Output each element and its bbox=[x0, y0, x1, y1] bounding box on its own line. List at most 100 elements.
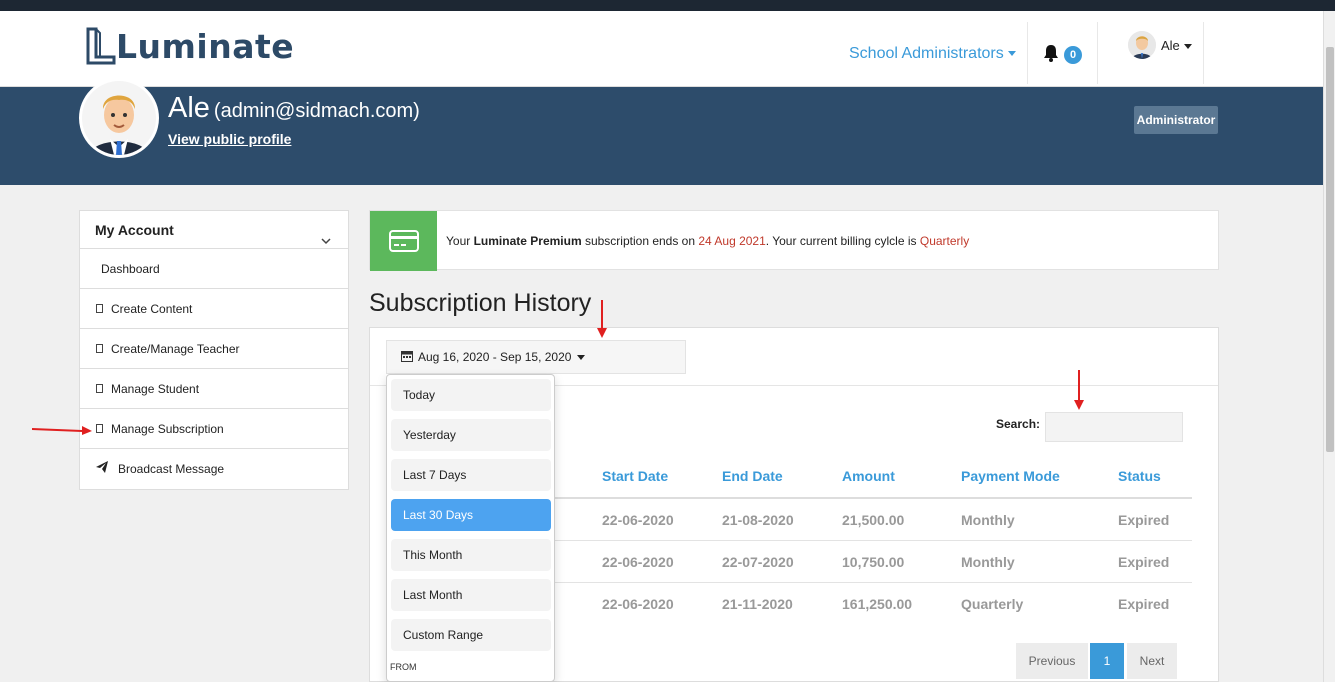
from-label: FROM bbox=[390, 662, 417, 672]
sidebar-item-manage-student[interactable]: Manage Student bbox=[80, 369, 348, 409]
cell-status: Expired bbox=[1118, 596, 1170, 612]
cell-payment-mode: Quarterly bbox=[961, 596, 1024, 612]
sidebar-item-label: Manage Subscription bbox=[111, 421, 224, 436]
page-scrollbar[interactable] bbox=[1323, 11, 1335, 682]
nav-divider bbox=[1027, 22, 1028, 84]
cell-status: Expired bbox=[1118, 512, 1170, 528]
chevron-down-icon bbox=[1183, 44, 1192, 50]
column-header-amount[interactable]: Amount bbox=[842, 468, 895, 484]
profile-email: (admin@sidmach.com) bbox=[213, 100, 420, 122]
alert-message: Your Luminate Premium subscription ends … bbox=[446, 234, 969, 248]
sidebar-item-create-content[interactable]: Create Content bbox=[80, 289, 348, 329]
date-range-dropdown: Today Yesterday Last 7 Days Last 30 Days… bbox=[386, 374, 555, 682]
sidebar-item-label: Create/Manage Teacher bbox=[111, 341, 240, 356]
square-icon bbox=[96, 384, 103, 393]
brand-logo-text: Luminate bbox=[116, 26, 295, 66]
date-range-value: Aug 16, 2020 - Sep 15, 2020 bbox=[418, 350, 572, 364]
subscription-alert: Your Luminate Premium subscription ends … bbox=[369, 210, 1219, 271]
cell-end-date: 21-08-2020 bbox=[722, 512, 794, 528]
alert-prefix: Your bbox=[446, 234, 474, 248]
square-icon bbox=[96, 424, 103, 433]
sidebar-header[interactable]: My Account bbox=[80, 211, 348, 249]
sidebar-item-label: Create Content bbox=[111, 301, 193, 316]
browser-top-strip bbox=[0, 0, 1335, 11]
chevron-down-icon bbox=[1007, 51, 1016, 57]
pagination-previous-button[interactable]: Previous bbox=[1016, 643, 1088, 679]
top-navbar: Luminate School Administrators 0 Ale bbox=[0, 11, 1323, 87]
role-badge: Administrator bbox=[1134, 106, 1218, 134]
user-name-label: Ale bbox=[1161, 38, 1180, 53]
sidebar-item-label: Broadcast Message bbox=[118, 462, 225, 476]
square-icon bbox=[96, 304, 103, 313]
table-row-divider bbox=[554, 540, 1192, 541]
annotation-arrow-icon bbox=[32, 426, 92, 435]
cell-amount: 21,500.00 bbox=[842, 512, 905, 528]
sidebar-title: My Account bbox=[95, 222, 174, 238]
scrollbar-thumb[interactable] bbox=[1326, 47, 1334, 452]
alert-billing-cycle: Quarterly bbox=[919, 234, 970, 248]
range-option-last-month[interactable]: Last Month bbox=[391, 579, 551, 611]
search-input[interactable] bbox=[1045, 412, 1183, 442]
pagination-next-button[interactable]: Next bbox=[1127, 643, 1177, 679]
cell-payment-mode: Monthly bbox=[961, 554, 1015, 570]
alert-mid: subscription ends on bbox=[581, 234, 699, 248]
sidebar-item-label: Dashboard bbox=[101, 261, 160, 276]
alert-plan-name: Luminate Premium bbox=[473, 234, 582, 248]
account-sidebar: My Account Dashboard Create Content Crea… bbox=[79, 210, 349, 490]
role-menu-label: School Administrators bbox=[849, 45, 1004, 62]
chevron-down-icon bbox=[320, 223, 332, 261]
square-icon bbox=[96, 344, 103, 353]
range-option-custom-range[interactable]: Custom Range bbox=[391, 619, 551, 651]
bell-icon[interactable] bbox=[1042, 44, 1060, 67]
brand-logo[interactable]: Luminate bbox=[86, 25, 294, 67]
nav-divider bbox=[1097, 22, 1098, 84]
column-header-start-date[interactable]: Start Date bbox=[602, 468, 668, 484]
cell-start-date: 22-06-2020 bbox=[602, 512, 674, 528]
sidebar-item-manage-subscription[interactable]: Manage Subscription bbox=[80, 409, 348, 449]
pagination-page-1[interactable]: 1 bbox=[1090, 643, 1124, 679]
alert-end-date: 24 Aug 2021 bbox=[698, 234, 766, 248]
date-range-picker[interactable]: Aug 16, 2020 - Sep 15, 2020 bbox=[386, 340, 686, 374]
chevron-down-icon bbox=[577, 355, 586, 361]
credit-card-icon bbox=[370, 211, 437, 271]
user-avatar[interactable] bbox=[1128, 31, 1156, 59]
sidebar-item-broadcast-message[interactable]: Broadcast Message bbox=[80, 449, 348, 489]
luminate-logo-icon bbox=[86, 27, 116, 65]
range-option-last-30-days[interactable]: Last 30 Days bbox=[391, 499, 551, 531]
profile-avatar bbox=[79, 78, 159, 158]
sidebar-item-manage-teacher[interactable]: Create/Manage Teacher bbox=[80, 329, 348, 369]
sidebar-item-dashboard[interactable]: Dashboard bbox=[80, 249, 348, 289]
profile-name: Ale bbox=[168, 92, 210, 124]
cell-end-date: 21-11-2020 bbox=[722, 596, 793, 612]
alert-mid2: . Your current billing cylcle is bbox=[765, 234, 920, 248]
page-title: Subscription History bbox=[369, 289, 592, 317]
column-header-end-date[interactable]: End Date bbox=[722, 468, 783, 484]
sidebar-item-label: Manage Student bbox=[111, 381, 200, 396]
search-label: Search: bbox=[996, 417, 1041, 431]
annotation-arrow-icon bbox=[597, 300, 607, 338]
cell-status: Expired bbox=[1118, 554, 1170, 570]
column-header-status[interactable]: Status bbox=[1118, 468, 1161, 484]
notification-count-badge[interactable]: 0 bbox=[1064, 46, 1082, 64]
cell-amount: 10,750.00 bbox=[842, 554, 905, 570]
range-option-last-7-days[interactable]: Last 7 Days bbox=[391, 459, 551, 491]
column-header-payment-mode[interactable]: Payment Mode bbox=[961, 468, 1060, 484]
range-option-yesterday[interactable]: Yesterday bbox=[391, 419, 551, 451]
range-option-this-month[interactable]: This Month bbox=[391, 539, 551, 571]
paper-plane-icon bbox=[96, 449, 108, 489]
annotation-arrow-icon bbox=[1074, 370, 1084, 410]
cell-start-date: 22-06-2020 bbox=[602, 596, 674, 612]
role-menu-dropdown[interactable]: School Administrators bbox=[849, 45, 1016, 63]
table-row-divider bbox=[554, 582, 1192, 583]
profile-heading: Ale (admin@sidmach.com) bbox=[168, 92, 420, 125]
view-public-profile-link[interactable]: View public profile bbox=[168, 131, 291, 147]
range-option-today[interactable]: Today bbox=[391, 379, 551, 411]
table-header-divider bbox=[554, 497, 1192, 499]
cell-start-date: 22-06-2020 bbox=[602, 554, 674, 570]
calendar-icon bbox=[401, 342, 413, 374]
cell-amount: 161,250.00 bbox=[842, 596, 913, 612]
cell-end-date: 22-07-2020 bbox=[722, 554, 794, 570]
cell-payment-mode: Monthly bbox=[961, 512, 1015, 528]
user-menu-dropdown[interactable]: Ale bbox=[1161, 38, 1192, 53]
nav-divider bbox=[1203, 22, 1204, 84]
